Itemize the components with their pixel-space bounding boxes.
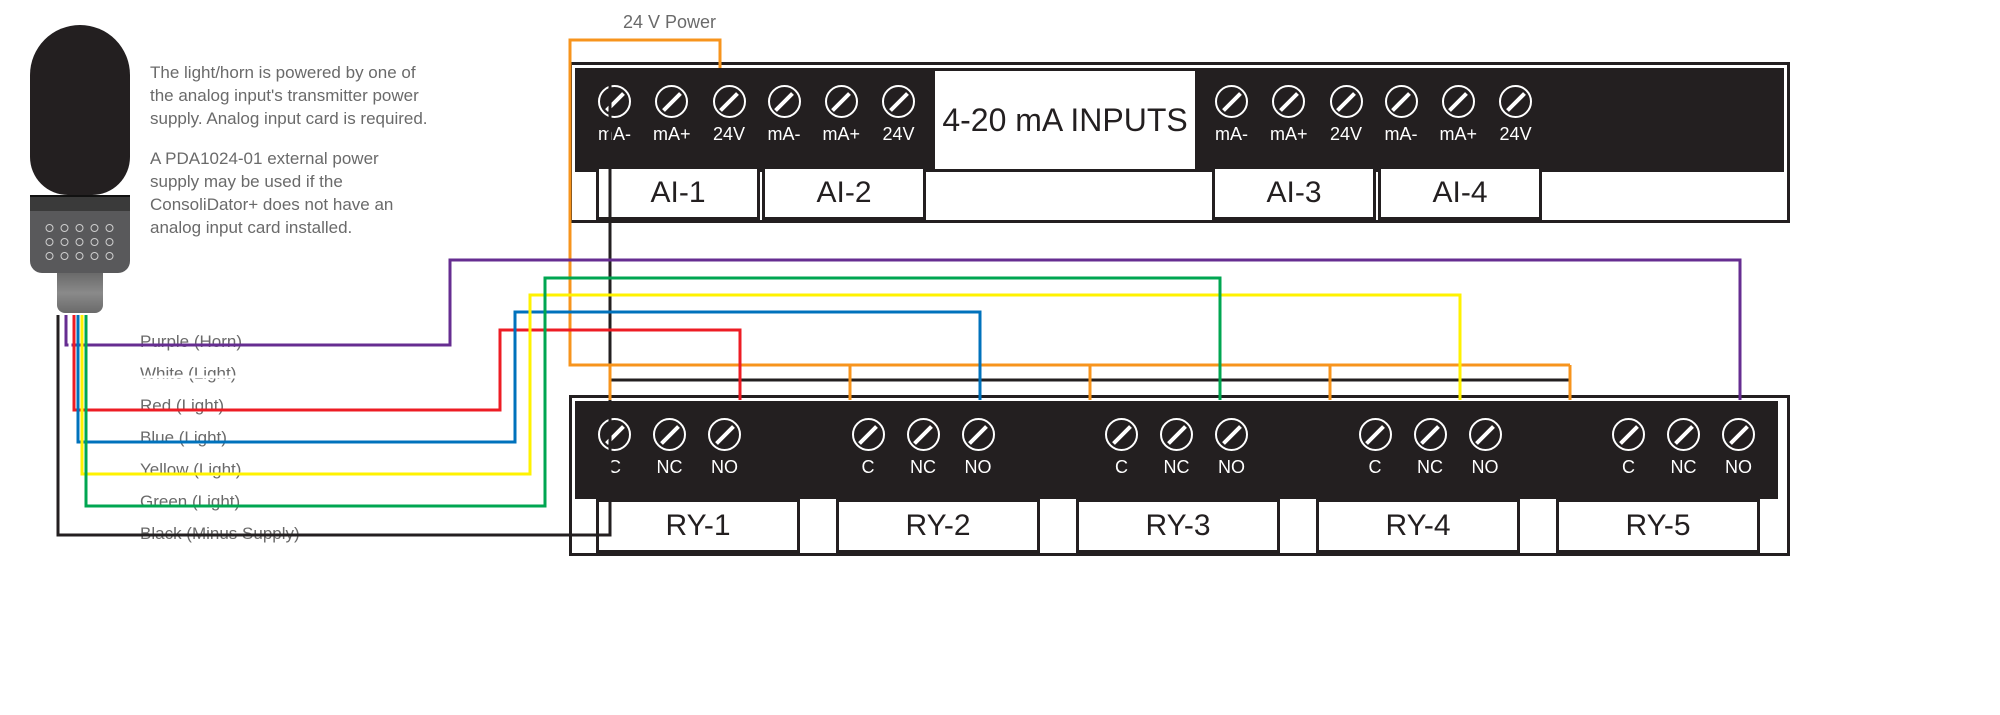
ai1-label: AI-1 (596, 166, 760, 220)
ry1-no: NO (708, 404, 741, 496)
ry1-nc: NC (653, 404, 686, 496)
legend-green: Green (Light) (140, 492, 240, 512)
ry3-c: C (1105, 404, 1138, 496)
legend-purple: Purple (Horn) (140, 332, 242, 352)
ai4-label: AI-4 (1378, 166, 1542, 220)
ai2-label: AI-2 (762, 166, 926, 220)
power-label: 24 V Power (623, 12, 716, 33)
ry5-nc: NC (1667, 404, 1700, 496)
legend-red: Red (Light) (140, 396, 224, 416)
ry1-c: C (598, 404, 631, 496)
note-1: The light/horn is powered by one of the … (150, 62, 430, 131)
ai3-24v: 24V (1330, 71, 1363, 169)
tower-stem (57, 273, 103, 313)
ry2-no: NO (962, 404, 995, 496)
legend-blue: Blue (Light) (140, 428, 227, 448)
ai4-24v: 24V (1499, 71, 1532, 169)
analog-input-block: mA- mA+ 24V mA- mA+ 24V 4-20 mA INPUTS m… (575, 68, 1784, 172)
ry4-no: NO (1469, 404, 1502, 496)
relay-block: C NC NO C NC NO C NC NO C NC NO C NC NO (575, 401, 1778, 499)
ai2-mA-: mA- (768, 71, 801, 169)
ai2-mA+: mA+ (823, 71, 861, 169)
ry2-nc: NC (907, 404, 940, 496)
legend-white: White (Light) (140, 364, 236, 384)
ai3-mA-: mA- (1215, 71, 1248, 169)
ai4-mA+: mA+ (1440, 71, 1478, 169)
inputs-center-label: 4-20 mA INPUTS (935, 71, 1195, 169)
ry3-nc: NC (1160, 404, 1193, 496)
ry3-no: NO (1215, 404, 1248, 496)
ry5-no: NO (1722, 404, 1755, 496)
tower-horn (30, 211, 130, 273)
light-horn-device (30, 25, 130, 313)
ry2-c: C (852, 404, 885, 496)
ai1-mA-: mA- (598, 71, 631, 169)
ai3-label: AI-3 (1212, 166, 1376, 220)
note-2: A PDA1024-01 external power supply may b… (150, 148, 430, 240)
ai4-mA-: mA- (1385, 71, 1418, 169)
ry4-nc: NC (1414, 404, 1447, 496)
ai2-24v: 24V (882, 71, 915, 169)
legend-black: Black (Minus Supply) (140, 524, 300, 544)
ry1-label: RY-1 (596, 499, 800, 553)
tower-band (30, 195, 130, 211)
ry4-label: RY-4 (1316, 499, 1520, 553)
ai3-mA+: mA+ (1270, 71, 1308, 169)
tower-dome (30, 25, 130, 195)
ry5-c: C (1612, 404, 1645, 496)
ai1-mA+: mA+ (653, 71, 691, 169)
legend-yellow: Yellow (Light) (140, 460, 241, 480)
ry5-label: RY-5 (1556, 499, 1760, 553)
ry2-label: RY-2 (836, 499, 1040, 553)
ai1-24v: 24V (713, 71, 746, 169)
ry4-c: C (1359, 404, 1392, 496)
ry3-label: RY-3 (1076, 499, 1280, 553)
